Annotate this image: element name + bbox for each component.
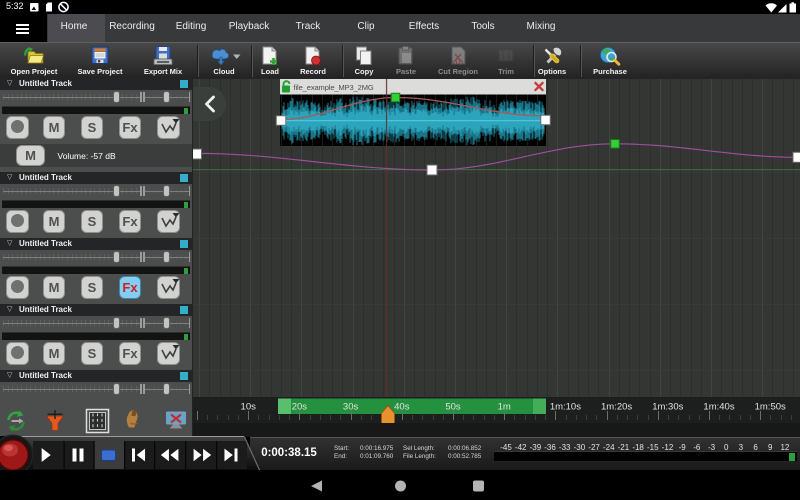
svg-text:1m:30s: 1m:30s: [652, 402, 683, 413]
svg-text:30s: 30s: [343, 402, 359, 413]
svg-text:50s: 50s: [445, 402, 461, 413]
svg-text:1m:20s: 1m:20s: [601, 402, 632, 413]
svg-text:1m:50s: 1m:50s: [755, 402, 786, 413]
svg-text:1m:10s: 1m:10s: [550, 402, 581, 413]
svg-text:20s: 20s: [292, 402, 308, 413]
svg-text:1m: 1m: [498, 402, 511, 413]
svg-text:10s: 10s: [241, 402, 257, 413]
svg-text:1m:40s: 1m:40s: [703, 402, 734, 413]
svg-text:40s: 40s: [394, 402, 410, 413]
svg-text:file_example_MP3_2MG: file_example_MP3_2MG: [294, 83, 374, 92]
